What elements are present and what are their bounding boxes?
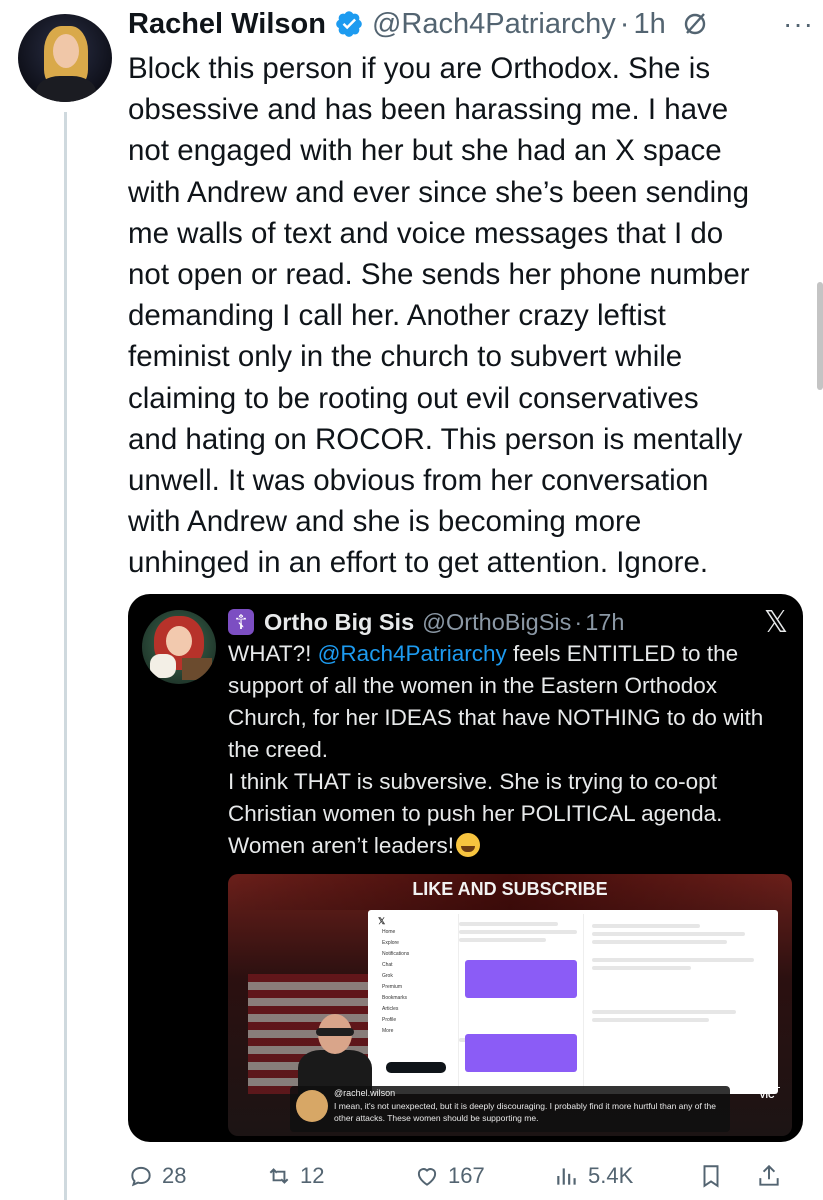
video-banner: LIKE AND SUBSCRIBE — [228, 874, 792, 910]
quote-author-name[interactable]: Ortho Big Sis — [264, 609, 414, 636]
mock-menu-item: Explore — [382, 940, 399, 946]
verified-badge-icon — [334, 9, 364, 39]
mock-text-line — [592, 958, 754, 962]
share-icon — [756, 1163, 782, 1189]
mock-menu-item: Grok — [382, 973, 393, 979]
mock-text-line — [592, 932, 745, 936]
mock-timeline — [458, 914, 584, 1090]
tweet-actions: 28 12 167 5.4K — [128, 1156, 808, 1196]
quote-paragraph-2: I think THAT is subversive. She is tryin… — [228, 766, 788, 862]
repost-count: 12 — [300, 1163, 325, 1188]
mock-text-line — [459, 922, 559, 926]
quote-author-avatar[interactable] — [142, 610, 216, 684]
avatar-face — [53, 34, 79, 68]
mock-video-card — [465, 960, 577, 998]
mock-menu-item: Premium — [382, 984, 403, 990]
mock-text-line — [459, 930, 577, 934]
x-logo-icon: 𝕏 — [763, 604, 788, 640]
rofl-emoji-icon — [455, 833, 480, 857]
tweet-timestamp[interactable]: 1h — [633, 8, 665, 41]
views-bar-chart-icon — [554, 1163, 580, 1189]
mock-text-line — [592, 1010, 736, 1014]
bookmark-action[interactable] — [698, 1156, 732, 1196]
tweet-text: Block this person if you are Orthodox. S… — [128, 52, 750, 580]
caption-text: I mean, it's not unexpected, but it is d… — [334, 1101, 716, 1123]
mock-video-card — [465, 1034, 577, 1072]
like-action[interactable]: 167 — [414, 1156, 485, 1196]
reply-action[interactable]: 28 — [128, 1156, 186, 1196]
reply-count: 28 — [162, 1163, 187, 1188]
quote-avatar-face — [166, 626, 192, 656]
mock-menu-item: Articles — [382, 1006, 399, 1012]
separator-dot: · — [619, 7, 630, 40]
video-caption-card: @rachel.wilson I mean, it's not unexpect… — [290, 1086, 730, 1132]
quote-avatar-dog — [150, 654, 176, 678]
quote-text-prefix: WHAT?! — [228, 641, 318, 666]
quote-avatar-books — [182, 658, 212, 680]
author-handle[interactable]: @Rach4Patriarchy — [372, 8, 616, 41]
quote-timestamp[interactable]: 17h — [585, 609, 624, 636]
quote-text: WHAT?! @Rach4Patriarchy feels ENTITLED t… — [228, 638, 788, 862]
mock-sidebar: 𝕏 Home Explore Notifications Chat Grok P… — [372, 916, 454, 1086]
view-count: 5.4K — [588, 1163, 634, 1188]
mock-menu-item: Home — [382, 929, 396, 935]
like-count: 167 — [448, 1163, 485, 1188]
heart-icon — [414, 1163, 440, 1189]
repost-action[interactable]: 12 — [266, 1156, 324, 1196]
screen-share-x-page: 𝕏 Home Explore Notifications Chat Grok P… — [368, 910, 778, 1094]
avatar-shirt — [36, 76, 96, 102]
caption-avatar — [296, 1090, 328, 1122]
mock-x-logo: 𝕏 — [378, 916, 386, 926]
tweet-header: Rachel Wilson @Rach4Patriarchy · 1h ··· — [128, 2, 818, 46]
repost-icon — [266, 1163, 292, 1189]
mock-text-line — [592, 940, 727, 944]
mock-text-line — [592, 924, 700, 928]
mock-menu-item: Notifications — [382, 951, 410, 957]
quote-video[interactable]: LIKE AND SUBSCRIBE 𝕏 Home Explore Notifi… — [228, 874, 792, 1136]
quote-separator-dot: · — [574, 608, 583, 635]
mock-menu-item: Profile — [382, 1017, 397, 1023]
caption-name: @rachel.wilson — [334, 1088, 396, 1098]
mock-right-panel — [592, 914, 772, 1090]
author-name[interactable]: Rachel Wilson — [128, 8, 326, 41]
mention-link[interactable]: @Rach4Patriarchy — [318, 641, 507, 666]
mock-menu-item: Chat — [382, 962, 393, 968]
quoted-tweet[interactable]: ☦ Ortho Big Sis @OrthoBigSis · 17h 𝕏 WHA… — [128, 594, 803, 1142]
mock-text-line — [592, 1018, 709, 1022]
mock-menu-item: More — [382, 1028, 394, 1034]
mock-menu-item: Bookmarks — [382, 995, 408, 1001]
channel-logo: KEWL VIC — [753, 1080, 781, 1100]
orthodox-cross-icon: ☦ — [228, 609, 254, 635]
mock-text-line — [459, 938, 546, 942]
more-icon[interactable]: ··· — [783, 8, 814, 40]
mock-text-line — [592, 966, 691, 970]
views-action[interactable]: 5.4K — [554, 1156, 633, 1196]
thread-line — [64, 112, 67, 1200]
scrollbar[interactable] — [817, 282, 823, 390]
author-avatar[interactable] — [18, 14, 112, 102]
presenter-glasses — [316, 1028, 354, 1036]
quote-header: ☦ Ortho Big Sis @OrthoBigSis · 17h 𝕏 — [228, 604, 788, 640]
bookmark-icon — [698, 1163, 724, 1189]
quote-author-handle[interactable]: @OrthoBigSis — [422, 609, 571, 636]
share-action[interactable] — [756, 1156, 790, 1196]
grok-icon[interactable] — [682, 11, 708, 37]
reply-icon — [128, 1163, 154, 1189]
quote-paragraph-1: WHAT?! @Rach4Patriarchy feels ENTITLED t… — [228, 638, 788, 766]
mock-post-button — [386, 1062, 446, 1073]
